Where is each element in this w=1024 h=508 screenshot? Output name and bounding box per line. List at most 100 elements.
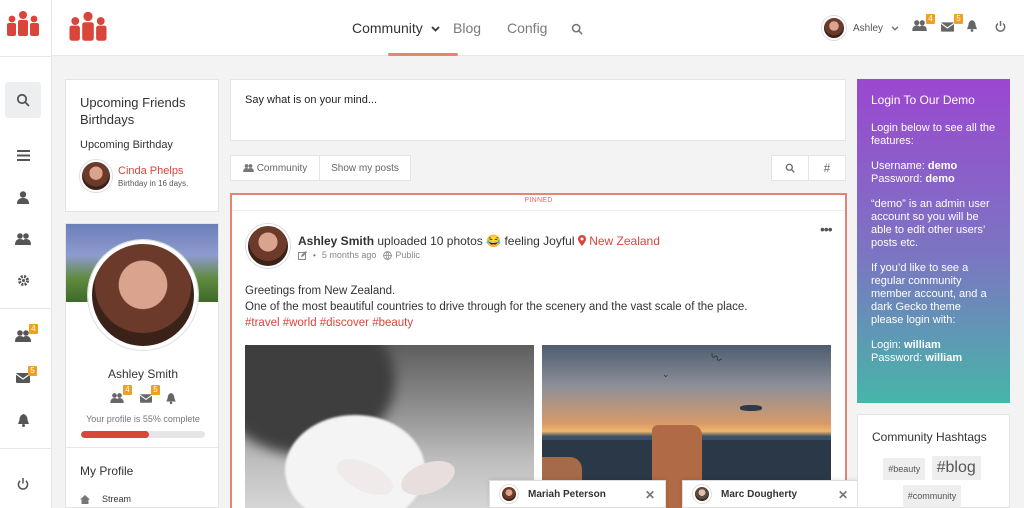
nav-community-label: Community (352, 20, 423, 36)
emoji-icon: 😂 (486, 234, 502, 248)
bird-icon: 〰 (707, 348, 725, 367)
location-pin-icon (577, 235, 586, 246)
nav-config[interactable]: Config (507, 20, 547, 36)
demo-password: demo (925, 173, 955, 185)
more-icon: ••• (820, 221, 833, 237)
user-avatar (822, 16, 846, 40)
profile-card: Ashley Smith 4 5 Your profile is 55% com… (65, 223, 219, 508)
profile-completion-bar (81, 431, 205, 438)
top-friends-badge: 4 (926, 14, 935, 24)
profile-link-stream[interactable]: Stream (80, 494, 131, 504)
nav-blog[interactable]: Blog (453, 20, 481, 36)
top-messages-badge: 5 (954, 14, 963, 24)
demo-username: demo (927, 160, 958, 172)
top-notifications-button[interactable] (967, 20, 977, 35)
hashtag-icon: # (823, 161, 831, 175)
members-button[interactable] (5, 221, 41, 257)
birthday-name[interactable]: Cinda Phelps (118, 165, 188, 177)
demo-credentials-2: Login: william Password: william (871, 339, 996, 365)
chat-name: Marc Dougherty (721, 488, 798, 500)
profile-button[interactable] (5, 179, 41, 215)
post-options-button[interactable]: ••• (820, 221, 833, 237)
demo-password2-label: Password: (871, 352, 923, 364)
globe-icon (383, 250, 393, 260)
search-button[interactable] (5, 82, 41, 118)
post-author-name[interactable]: Ashley Smith (298, 234, 374, 248)
nav-search-button[interactable] (571, 22, 583, 38)
search-icon (16, 93, 30, 107)
birthdays-subtitle: Upcoming Birthday (80, 139, 173, 151)
show-my-posts-button[interactable]: Show my posts (319, 155, 411, 181)
search-icon (571, 23, 583, 35)
demo-intro: Login below to see all the features: (871, 122, 996, 147)
friend-requests-button[interactable]: 4 (5, 318, 41, 354)
menu-button[interactable] (5, 137, 41, 173)
hashtag-community[interactable]: #community (902, 485, 962, 507)
birthdays-card: Upcoming Friends Birthdays Upcoming Birt… (65, 79, 219, 212)
power-icon (995, 21, 1006, 32)
top-logout-button[interactable] (995, 21, 1006, 35)
post-header: Ashley Smith uploaded 10 photos 😂 feelin… (298, 234, 660, 248)
top-messages-button[interactable]: 5 (940, 14, 963, 35)
bird-icon: ⌄ (662, 369, 670, 379)
brand-logo[interactable] (66, 10, 110, 49)
hashtag-beauty[interactable]: #beauty (883, 458, 926, 480)
profile-completion-fill (81, 431, 150, 438)
post-location[interactable]: New Zealand (589, 234, 660, 248)
post-hashtags[interactable]: #travel #world #discover #beauty (245, 315, 747, 331)
composer-placeholder: Say what is on your mind... (245, 94, 378, 106)
nav-community[interactable]: Community (352, 20, 440, 36)
users-icon (242, 164, 254, 172)
chevron-down-icon (891, 25, 899, 31)
top-bar: Community Blog Config Ashley 4 5 (52, 0, 1024, 56)
notifications-button[interactable] (5, 402, 41, 438)
bell-icon (17, 413, 29, 427)
messages-button[interactable]: 5 (5, 360, 41, 396)
hashtags-title: Community Hashtags (872, 430, 987, 444)
top-friends-button[interactable]: 4 (912, 14, 935, 34)
users-icon (912, 20, 927, 31)
bell-icon[interactable] (166, 393, 176, 404)
settings-button[interactable] (5, 262, 41, 298)
user-menu[interactable]: Ashley (822, 16, 899, 40)
profile-avatar[interactable] (88, 240, 198, 350)
list-icon (16, 149, 30, 161)
gear-icon (17, 274, 29, 286)
demo-username-label: Username: (871, 160, 925, 172)
demo-admin-note: “demo” is an admin user account so you w… (871, 198, 990, 249)
users-icon[interactable] (110, 393, 124, 403)
envelope-icon (940, 22, 955, 32)
chat-avatar (500, 485, 518, 503)
edit-icon[interactable] (298, 250, 307, 260)
chat-popup-marc[interactable]: Marc Dougherty ✕ (682, 480, 859, 508)
hashtag-filter-button[interactable]: # (808, 155, 846, 181)
post-feeling: feeling Joyful (504, 234, 575, 248)
demo-password2: william (925, 352, 963, 364)
post-composer[interactable]: Say what is on your mind... (230, 79, 846, 141)
hashtag-blog[interactable]: #blog (931, 456, 981, 480)
envelope-icon[interactable] (140, 394, 152, 403)
post-body: Greetings from New Zealand. One of the m… (245, 283, 747, 331)
birthday-avatar (80, 160, 112, 192)
chat-popup-mariah[interactable]: Mariah Peterson ✕ (489, 480, 666, 508)
close-icon[interactable]: ✕ (645, 488, 655, 502)
feed-search-button[interactable] (771, 155, 809, 181)
stream-label: Stream (102, 494, 132, 504)
post-time: 5 months ago (321, 250, 377, 260)
demo-title: Login To Our Demo (871, 93, 975, 107)
logout-button[interactable] (5, 466, 41, 502)
chat-name: Mariah Peterson (528, 488, 606, 500)
birthdays-title: Upcoming Friends Birthdays (80, 95, 186, 127)
left-rail: 4 5 (0, 0, 52, 508)
filter-community-button[interactable]: Community (230, 155, 320, 181)
close-icon[interactable]: ✕ (838, 488, 848, 502)
brand-logo[interactable] (4, 10, 42, 43)
filter-community-label: Community (256, 162, 308, 174)
home-icon (80, 494, 90, 504)
birthday-entry[interactable]: Cinda Phelps Birthday in 16 days. (80, 160, 204, 192)
user-name: Ashley (853, 22, 884, 34)
post-author-avatar[interactable] (246, 224, 290, 268)
my-profile-heading: My Profile (80, 464, 134, 478)
active-nav-indicator (388, 53, 458, 56)
profile-completion-text: Your profile is 55% complete (86, 414, 200, 424)
